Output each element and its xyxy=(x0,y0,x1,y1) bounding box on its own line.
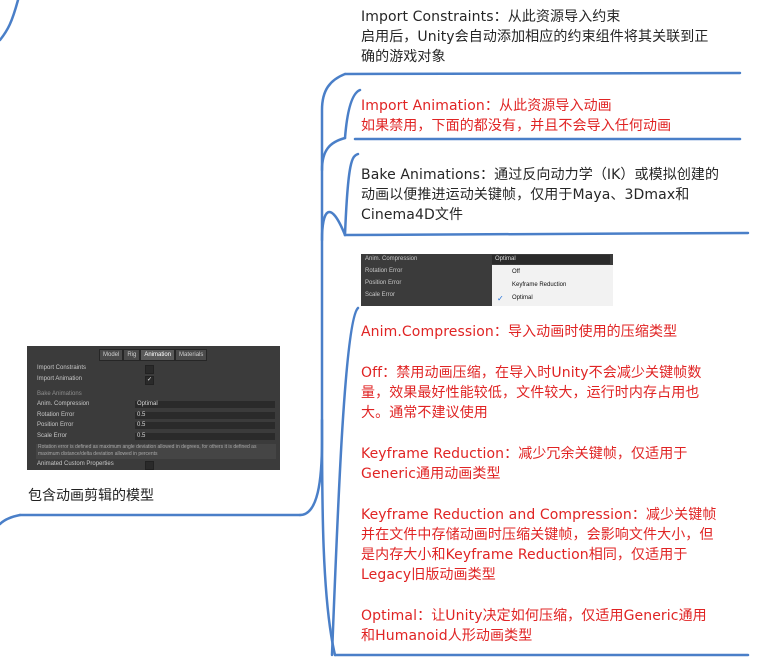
check-icon: ✓ xyxy=(497,294,504,303)
connector-to-bake xyxy=(320,210,347,242)
connector-bottom-left xyxy=(0,513,22,526)
connector-top-left xyxy=(0,0,20,42)
tab-rig: Rig xyxy=(123,349,141,361)
animated-custom-properties-checkbox xyxy=(145,461,154,470)
import-constraints-checkbox xyxy=(145,365,154,374)
ds-option-optimal: Optimal xyxy=(512,295,533,301)
ds-scale-error-label: Scale Error xyxy=(365,292,396,298)
inspector-tabs: Model Rig Animation Materials xyxy=(99,349,208,361)
node-keyframe-reduction[interactable]: Keyframe Reduction：减少冗余关键帧，仅适用于 Generic通… xyxy=(361,444,687,484)
row-import-animation: Import Animation ✓ xyxy=(37,375,277,385)
scale-error-field: 0.5 xyxy=(135,433,275,440)
underline-bake xyxy=(343,231,750,237)
bake-animations-label: Bake Animations xyxy=(37,391,82,397)
row-import-constraints: Import Constraints xyxy=(37,364,277,374)
rotation-error-field: 0.5 xyxy=(135,412,275,419)
root-node-label[interactable]: 包含动画剪辑的模型 xyxy=(28,486,154,506)
scale-error-label: Scale Error xyxy=(37,433,68,439)
node-keyframe-reduction-compression[interactable]: Keyframe Reduction and Compression：减少关键帧… xyxy=(361,505,716,585)
node-off[interactable]: Off：禁用动画压缩，在导入时Unity不会减少关键帧数 量，效果最好性能较低，… xyxy=(361,363,701,423)
error-help-note: Rotation error is defined as maximum ang… xyxy=(36,444,276,459)
position-error-label: Position Error xyxy=(37,422,74,428)
position-error-field: 0.5 xyxy=(135,422,275,429)
row-bake-animations: Bake Animations xyxy=(37,390,277,399)
import-animation-label: Import Animation xyxy=(37,376,83,382)
ds-option-off: Off xyxy=(512,269,520,275)
row-rotation-error: Rotation Error 0.5 xyxy=(37,411,277,420)
underline-import-constraints xyxy=(343,71,742,76)
row-position-error: Position Error 0.5 xyxy=(37,421,277,430)
connector-to-import-animation xyxy=(320,136,347,172)
compression-dropdown-screenshot: Anim. Compression Optimal Rotation Error… xyxy=(361,254,613,306)
ds-option-keyframe-reduction: Keyframe Reduction xyxy=(512,282,567,288)
underline-compression-left xyxy=(330,306,360,657)
ds-anim-compression-label: Anim. Compression xyxy=(365,256,418,262)
node-anim-compression[interactable]: Anim.Compression：导入动画时使用的压缩类型 xyxy=(361,322,677,342)
node-bake-animations[interactable]: Bake Animations：通过反向动力学（IK）或模拟创建的 动画以便推进… xyxy=(361,165,719,225)
ds-options-menu: Off Keyframe Reduction ✓ Optimal xyxy=(492,265,613,306)
animated-custom-properties-label: Animated Custom Properties xyxy=(37,461,114,467)
node-import-animation[interactable]: Import Animation：从此资源导入动画 如果禁用，下面的都没有，并且… xyxy=(361,96,671,136)
tab-model: Model xyxy=(99,349,124,361)
underline-import-animation xyxy=(343,88,362,140)
import-animation-checkbox: ✓ xyxy=(145,376,154,385)
unity-inspector-screenshot: Model Rig Animation Materials Import Con… xyxy=(27,346,280,470)
ds-position-error-label: Position Error xyxy=(365,280,402,286)
anim-compression-select: Optimal xyxy=(135,401,275,408)
tab-animation: Animation xyxy=(140,349,176,361)
tab-materials: Materials xyxy=(175,349,208,361)
node-import-constraints[interactable]: Import Constraints：从此资源导入约束 启用后，Unity会自动… xyxy=(361,7,708,67)
import-constraints-label: Import Constraints xyxy=(37,365,87,371)
underline-bake-left xyxy=(343,152,360,237)
ds-selected-value: Optimal xyxy=(492,255,610,264)
rotation-error-label: Rotation Error xyxy=(37,412,75,418)
node-optimal[interactable]: Optimal：让Unity决定如何压缩，仅适用Generic通用 和Human… xyxy=(361,606,707,646)
row-anim-compression: Anim. Compression Optimal xyxy=(37,400,277,409)
ds-rotation-error-label: Rotation Error xyxy=(365,268,403,274)
anim-compression-label: Anim. Compression xyxy=(37,401,90,407)
row-animated-custom-properties: Animated Custom Properties xyxy=(37,460,277,470)
row-scale-error: Scale Error 0.5 xyxy=(37,432,277,441)
